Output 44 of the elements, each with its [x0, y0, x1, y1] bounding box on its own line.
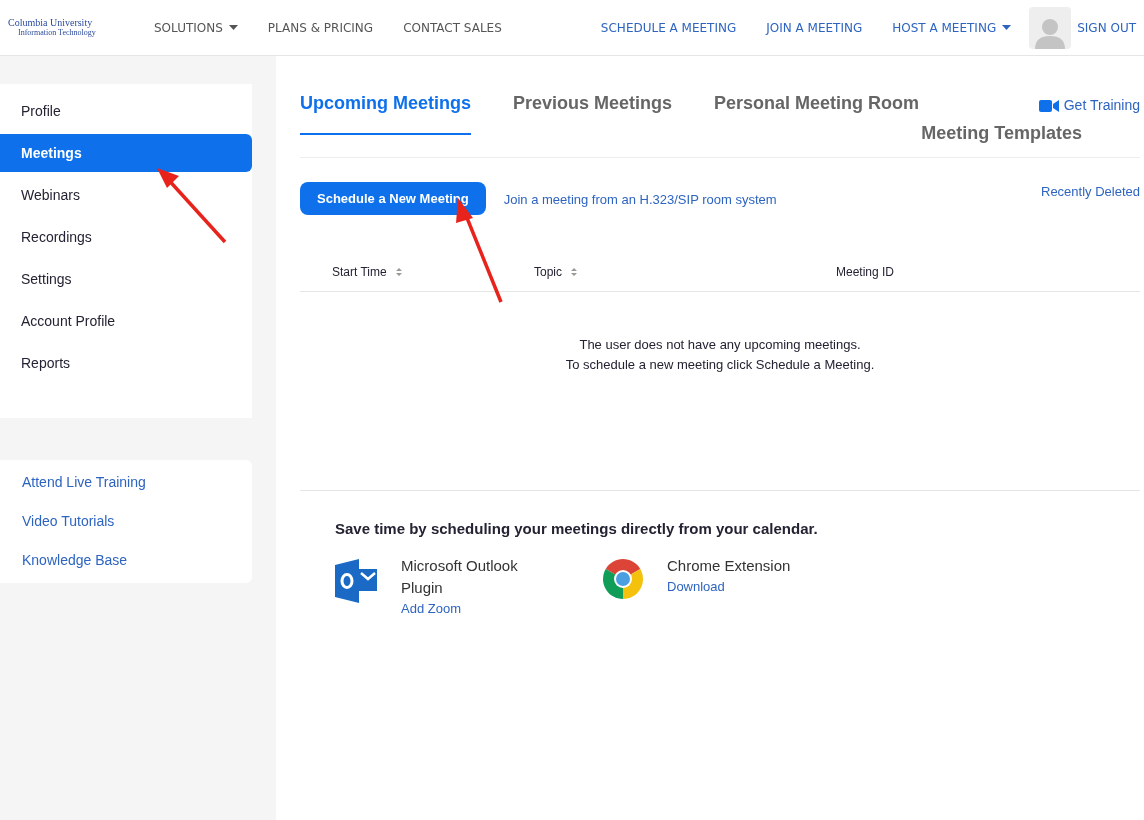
help-link[interactable]: Attend Live Training [22, 470, 252, 495]
help-link[interactable]: Knowledge Base [22, 548, 252, 573]
empty-message: The user does not have any upcoming meetings. [579, 336, 861, 354]
column-header: Meeting ID [836, 263, 895, 281]
integration-title: Microsoft Outlook Plugin [401, 555, 519, 598]
video-camera-icon [1038, 99, 1059, 112]
avatar-icon[interactable] [1029, 6, 1072, 49]
tab[interactable]: Upcoming Meetings [300, 90, 471, 135]
column-header[interactable]: Start Time [300, 262, 534, 281]
sidebar-item[interactable]: Profile [0, 92, 252, 130]
tab[interactable]: Meeting Templates [921, 120, 1082, 147]
outlook-icon [335, 558, 377, 603]
integration-title: Chrome Extension [667, 555, 792, 576]
nav-link[interactable]: PLANS & PRICING [267, 18, 374, 37]
empty-message: To schedule a new meeting click Schedule a Meeting. [565, 356, 875, 374]
nav-link[interactable]: CONTACT SALES [403, 18, 502, 37]
nav-link[interactable]: SOLUTIONS [154, 18, 238, 37]
nav-link[interactable]: JOIN A MEETING [766, 18, 863, 37]
sort-icon [395, 267, 402, 276]
chrome-icon [603, 558, 643, 599]
get-training-link[interactable]: Get Training [1038, 95, 1140, 116]
caret-icon [228, 25, 238, 30]
nav-link[interactable]: HOST A MEETING [892, 18, 1012, 37]
nav-link[interactable]: SCHEDULE A MEETING [600, 18, 737, 37]
integration-link[interactable]: Download [667, 576, 807, 596]
sidebar-item[interactable]: Recordings [0, 218, 252, 256]
sidebar-item[interactable]: Meetings [0, 134, 252, 172]
tab[interactable]: Previous Meetings [513, 90, 673, 133]
caret-icon [1002, 25, 1012, 30]
sort-icon [571, 267, 577, 276]
sign-out-link[interactable]: SIGN OUT [1077, 18, 1136, 37]
schedule-meeting-button[interactable]: Schedule a New Meeting [300, 182, 486, 215]
sidebar-item[interactable]: Webinars [0, 176, 252, 214]
integration-link[interactable]: Add Zoom [401, 598, 541, 618]
column-header[interactable]: Topic [534, 262, 836, 281]
help-link[interactable]: Video Tutorials [22, 509, 252, 534]
university-logo[interactable]: Columbia University Information Technology [8, 17, 136, 38]
tab[interactable]: Personal Meeting Room [714, 90, 920, 133]
recently-deleted-link[interactable]: Recently Deleted [1041, 182, 1140, 202]
sidebar-item[interactable]: Settings [0, 260, 252, 298]
calendar-heading: Save time by scheduling your meetings directly from your calendar. [335, 519, 819, 539]
sidebar-item[interactable]: Reports [0, 344, 252, 382]
sidebar-item[interactable]: Account Profile [0, 302, 252, 340]
join-room-system-link[interactable]: Join a meeting from an H.323/SIP room system [503, 190, 777, 210]
